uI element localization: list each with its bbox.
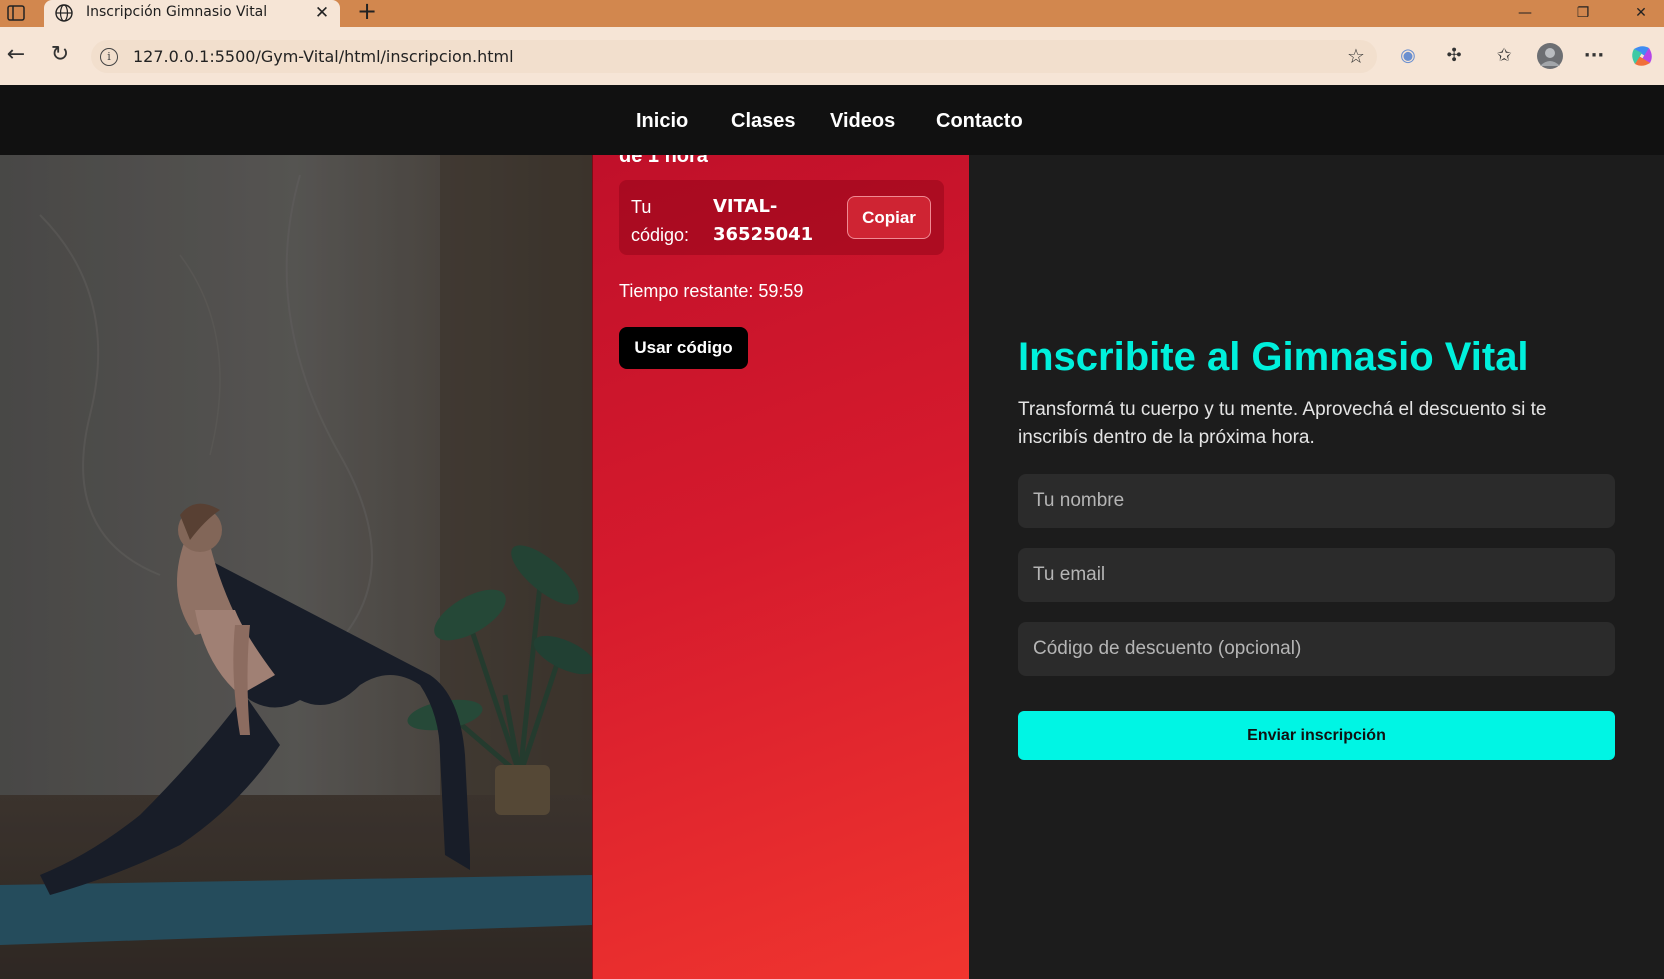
copy-code-button[interactable]: Copiar — [847, 196, 931, 239]
tab-actions-icon[interactable] — [6, 4, 26, 22]
minimize-icon[interactable]: — — [1502, 0, 1548, 27]
nav-link-videos[interactable]: Videos — [830, 110, 895, 133]
more-menu-icon[interactable]: ··· — [1578, 40, 1610, 72]
back-icon[interactable]: ← — [0, 40, 32, 72]
page-viewport: Inicio Clases Videos Contacto de 1 hora … — [0, 85, 1664, 979]
browser-tab-strip: Inscripción Gimnasio Vital ✕ + — ❐ ✕ — [0, 0, 1664, 27]
favorite-star-icon[interactable]: ☆ — [1345, 45, 1367, 67]
restore-icon[interactable]: ❐ — [1560, 0, 1606, 27]
site-info-icon[interactable]: i — [100, 48, 118, 66]
discount-code-field[interactable] — [1018, 622, 1615, 676]
code-label: Tu código: — [631, 197, 690, 245]
discount-code-value: VITAL-36525041 — [713, 196, 814, 245]
main-navigation: Inicio Clases Videos Contacto — [0, 85, 1664, 155]
globe-icon — [54, 3, 74, 23]
name-field[interactable] — [1018, 474, 1615, 528]
nav-link-inicio[interactable]: Inicio — [636, 110, 688, 133]
address-bar[interactable]: i 127.0.0.1:5500/Gym-Vital/html/inscripc… — [91, 40, 1377, 73]
close-tab-icon[interactable]: ✕ — [312, 3, 332, 23]
url-text[interactable]: 127.0.0.1:5500/Gym-Vital/html/inscripcio… — [133, 47, 514, 66]
address-toolbar: ← ↻ i 127.0.0.1:5500/Gym-Vital/html/insc… — [0, 27, 1664, 85]
close-window-icon[interactable]: ✕ — [1618, 0, 1664, 27]
discount-code-box: Tu código: VITAL-36525041 Copiar — [619, 180, 944, 255]
tracking-eye-icon[interactable]: ◉ — [1392, 40, 1424, 72]
copilot-icon[interactable] — [1626, 40, 1658, 72]
profile-avatar[interactable] — [1534, 40, 1566, 72]
new-tab-icon[interactable]: + — [355, 0, 379, 24]
browser-tab-active[interactable]: Inscripción Gimnasio Vital ✕ — [44, 0, 340, 27]
nav-link-contacto[interactable]: Contacto — [936, 110, 1023, 133]
favorites-icon[interactable]: ✩ — [1488, 40, 1520, 72]
yoga-hero-image — [0, 155, 592, 979]
page-title: Inscribite al Gimnasio Vital — [1018, 335, 1529, 379]
email-field[interactable] — [1018, 548, 1615, 602]
extensions-icon[interactable]: ✣ — [1438, 40, 1470, 72]
page-subtitle: Transformá tu cuerpo y tu mente. Aprovec… — [1018, 399, 1547, 448]
nav-link-clases[interactable]: Clases — [731, 110, 796, 133]
use-code-button[interactable]: Usar código — [619, 327, 748, 369]
tab-title: Inscripción Gimnasio Vital — [86, 4, 268, 20]
signup-form-section: Inscribite al Gimnasio Vital Transformá … — [969, 155, 1664, 979]
countdown-timer: Tiempo restante: 59:59 — [619, 281, 804, 301]
submit-button[interactable]: Enviar inscripción — [1018, 711, 1615, 760]
refresh-icon[interactable]: ↻ — [44, 40, 76, 72]
discount-promo-panel: de 1 hora Tu código: VITAL-36525041 Copi… — [592, 145, 969, 979]
